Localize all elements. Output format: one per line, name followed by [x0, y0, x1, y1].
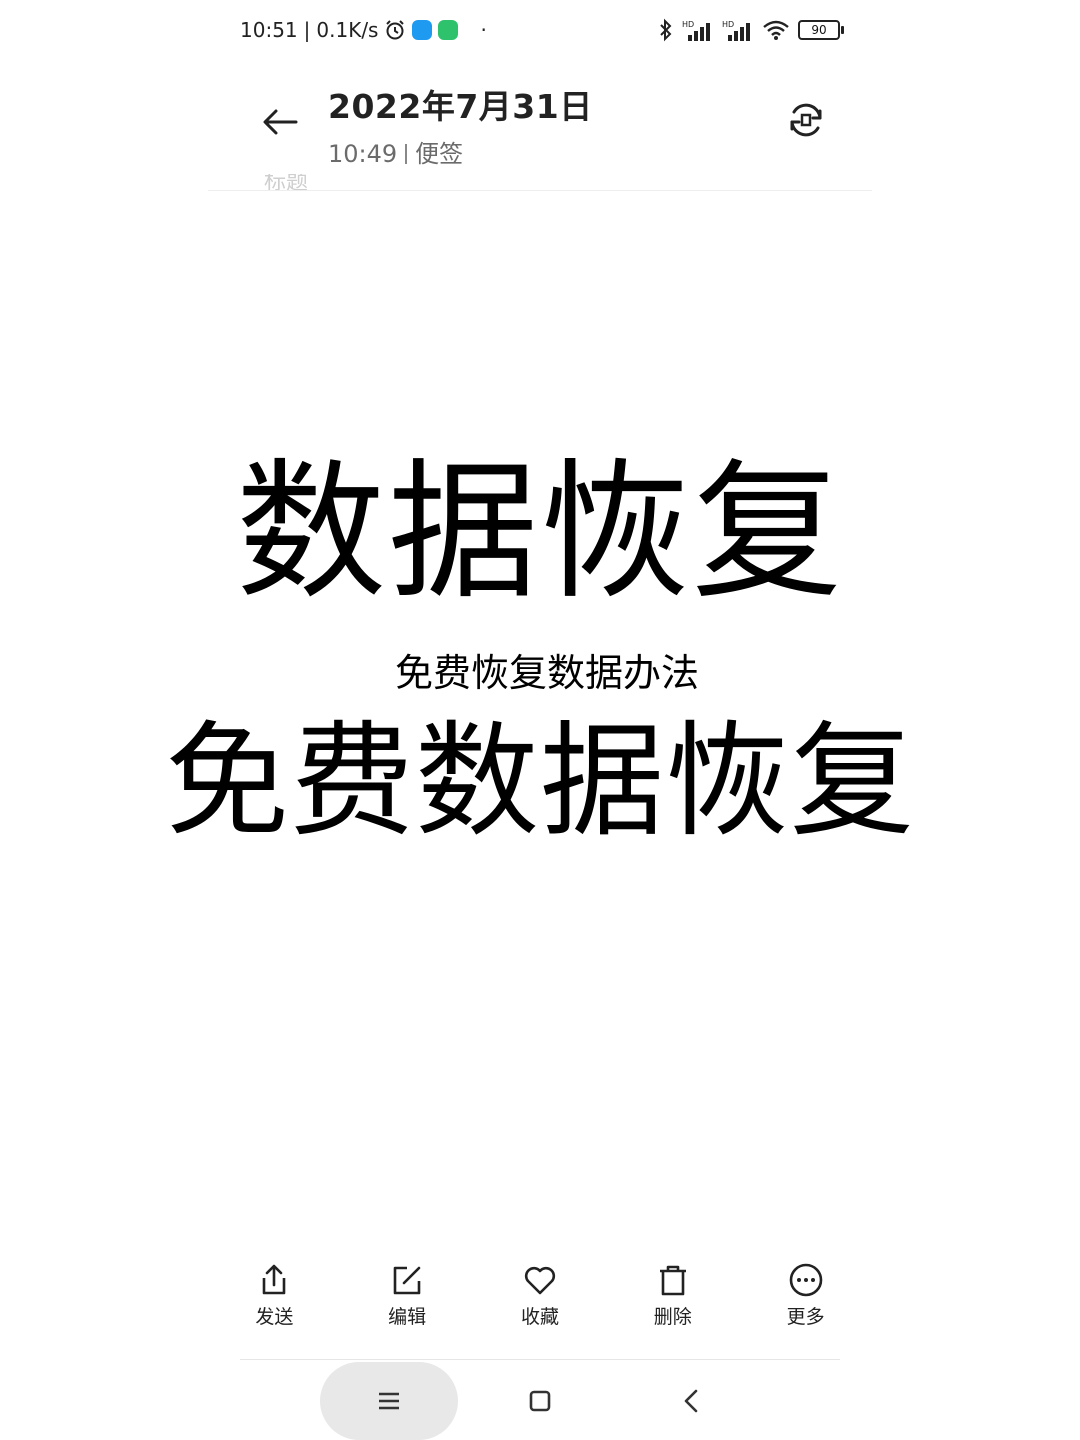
svg-text:HD: HD: [682, 20, 694, 29]
edit-button[interactable]: 编辑: [357, 1262, 457, 1342]
home-icon[interactable]: [525, 1386, 555, 1416]
green-app-icon: [438, 20, 459, 40]
battery-icon: 90: [798, 20, 844, 40]
status-right: HD HD 90: [658, 14, 844, 46]
header-titles: 2022年7月31日 10:49 便签: [328, 80, 593, 169]
heart-icon: [524, 1266, 556, 1295]
status-time: 10:51: [240, 18, 298, 42]
wifi-icon: [763, 20, 789, 40]
note-category[interactable]: 便签: [415, 140, 463, 168]
bluetooth-icon: [660, 18, 672, 42]
more-button[interactable]: 更多: [756, 1262, 856, 1342]
svg-text:HD: HD: [722, 20, 734, 29]
back-arrow-icon[interactable]: [258, 100, 302, 144]
note-date: 2022年7月31日: [328, 87, 593, 126]
note-subtitle: 免费恢复数据办法: [394, 651, 699, 695]
note-meta: 10:49 便签: [328, 134, 593, 169]
hd-signal-icon: HD: [682, 20, 710, 41]
hd-signal-2-icon: HD: [722, 20, 750, 41]
menu-button[interactable]: [320, 1362, 458, 1440]
edit-label: 编辑: [388, 1306, 427, 1328]
status-left: 10:51 | 0.1K/s ·: [240, 14, 487, 46]
bottom-toolbar: 发送 编辑 收藏 删除 更多: [208, 1262, 872, 1342]
edit-icon: [393, 1266, 421, 1295]
faded-title-placeholder: 标题: [264, 174, 309, 195]
send-label: 发送: [255, 1306, 294, 1328]
header-divider: [208, 190, 872, 191]
meta-separator: [405, 144, 408, 164]
more-icon: [789, 1263, 822, 1297]
delete-button[interactable]: 删除: [623, 1262, 723, 1342]
back-icon[interactable]: [677, 1386, 707, 1416]
cloud-app-icon: [412, 20, 433, 40]
delete-label: 删除: [653, 1306, 692, 1328]
more-label: 更多: [786, 1306, 825, 1328]
favorite-label: 收藏: [520, 1306, 559, 1328]
note-heading-2: 免费数据恢复: [164, 710, 915, 854]
status-bar: 10:51 | 0.1K/s · HD HD 90: [240, 14, 844, 46]
note-heading-1: 数据恢复: [235, 446, 844, 620]
alarm-icon: [386, 20, 405, 40]
nav-divider: [240, 1359, 840, 1360]
network-speed: 0.1K/s: [316, 18, 379, 42]
trash-icon: [659, 1265, 686, 1296]
status-dot: ·: [480, 18, 487, 42]
restore-icon[interactable]: [784, 98, 828, 142]
send-button[interactable]: 发送: [224, 1262, 324, 1342]
menu-icon: [379, 1392, 399, 1410]
note-header: 2022年7月31日 10:49 便签: [240, 78, 840, 168]
share-icon: [263, 1264, 286, 1295]
favorite-button[interactable]: 收藏: [490, 1262, 590, 1342]
note-time: 10:49: [328, 140, 398, 168]
status-separator: |: [303, 18, 311, 42]
